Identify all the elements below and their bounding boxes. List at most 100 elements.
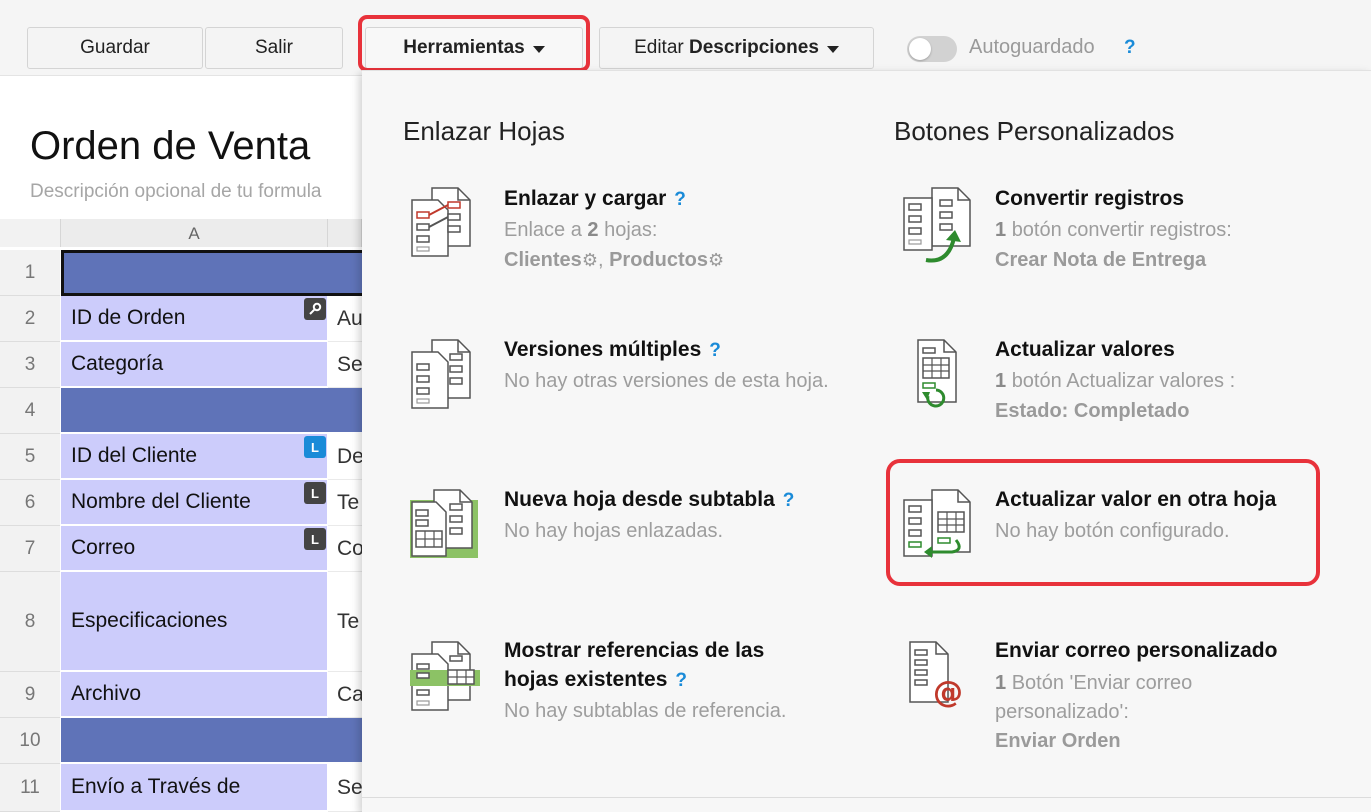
- form-description[interactable]: Descripción opcional de tu formula: [30, 181, 322, 203]
- field-label: Categoría: [71, 352, 164, 375]
- form-title: Orden de Venta: [30, 124, 311, 168]
- section-header-row[interactable]: [61, 388, 362, 432]
- save-button[interactable]: Guardar: [27, 27, 203, 69]
- field-value-cell[interactable]: Te: [328, 572, 362, 672]
- field-value-cell[interactable]: Te: [328, 480, 362, 526]
- link-sheets-icon: [411, 187, 471, 257]
- field-label-cell[interactable]: Correo: [61, 526, 327, 572]
- field-value-cell[interactable]: De: [328, 434, 362, 480]
- field-label: Especificaciones: [71, 609, 228, 632]
- exit-button-label: Salir: [254, 37, 293, 58]
- convert-records-desc: 1 botón convertir registros:: [995, 216, 1232, 245]
- custom-email-desc-2: personalizado':: [995, 701, 1129, 723]
- update-values-desc: 1 botón Actualizar valores :: [995, 367, 1235, 396]
- link-and-load-title[interactable]: Enlazar y cargar?: [504, 184, 686, 214]
- exit-button[interactable]: Salir: [205, 27, 343, 69]
- field-value-cell[interactable]: Co: [328, 526, 362, 572]
- convert-records-detail: Crear Nota de Entrega: [995, 246, 1206, 275]
- edit-descriptions-button[interactable]: Editar Descripciones: [599, 27, 874, 69]
- new-sheet-from-subtable-title[interactable]: Nueva hoja desde subtabla?: [504, 485, 794, 515]
- linked-sheet-productos[interactable]: Productos: [609, 249, 708, 271]
- custom-email-title[interactable]: Enviar correo personalizado: [995, 636, 1277, 665]
- update-other-sheet-highlight-box: [886, 459, 1320, 586]
- multiple-versions-title[interactable]: Versiones múltiples?: [504, 335, 721, 365]
- field-label-cell[interactable]: Envío a Través de: [61, 764, 327, 812]
- desc-prefix: Enlace a: [504, 219, 582, 241]
- row-number[interactable]: 6: [0, 480, 60, 526]
- desc-line1: Botón 'Enviar correo: [1011, 672, 1193, 694]
- row-number[interactable]: 8: [0, 572, 60, 672]
- autosave-label: Autoguardado: [969, 36, 1095, 58]
- desc-count: 2: [587, 219, 599, 241]
- update-values-title[interactable]: Actualizar valores: [995, 335, 1175, 364]
- row-number[interactable]: 3: [0, 342, 60, 388]
- convert-records-title[interactable]: Convertir registros: [995, 184, 1184, 213]
- custom-buttons-heading: Botones Personalizados: [894, 116, 1175, 146]
- section-header-row[interactable]: [61, 718, 362, 762]
- show-references-desc: No hay subtablas de referencia.: [504, 700, 787, 722]
- autosave-help-icon[interactable]: ?: [1124, 37, 1136, 59]
- linked-sheets-list: Clientes⚙, Productos⚙: [504, 246, 724, 275]
- edit-prefix-label: Editar: [634, 37, 684, 58]
- row-number[interactable]: 9: [0, 672, 60, 718]
- link-sheets-heading: Enlazar Hojas: [403, 116, 565, 146]
- row-number[interactable]: 10: [0, 718, 60, 764]
- row-number[interactable]: 4: [0, 388, 60, 434]
- title-text: Nueva hoja desde subtabla: [504, 488, 775, 511]
- toolbar: Guardar Salir Herramientas Editar Descri…: [0, 0, 1371, 76]
- lookup-badge[interactable]: L: [304, 436, 326, 458]
- key-icon[interactable]: [304, 298, 326, 320]
- field-label-cell[interactable]: Nombre del Cliente: [61, 480, 327, 526]
- field-label-cell[interactable]: ID del Cliente: [61, 434, 327, 480]
- gear-icon[interactable]: ⚙: [708, 250, 724, 270]
- column-header-b[interactable]: [328, 219, 362, 247]
- field-label-cell[interactable]: Especificaciones: [61, 572, 327, 672]
- detail-text[interactable]: Enviar Orden: [995, 730, 1121, 752]
- help-icon[interactable]: ?: [709, 340, 721, 361]
- column-header-a[interactable]: A: [61, 219, 328, 247]
- custom-email-detail: Enviar Orden: [995, 727, 1121, 756]
- field-label-cell[interactable]: Archivo: [61, 672, 327, 718]
- toggle-knob: [909, 38, 931, 60]
- row-number[interactable]: 1: [0, 250, 60, 296]
- field-label: Archivo: [71, 682, 142, 705]
- email-sheet-icon: @: [909, 641, 963, 710]
- field-label-cell[interactable]: ID de Orden: [61, 296, 327, 342]
- autosave-toggle[interactable]: [907, 36, 957, 62]
- gear-icon[interactable]: ⚙: [582, 250, 598, 270]
- field-value-cell[interactable]: Ca: [328, 672, 362, 718]
- link-separator: ,: [597, 249, 604, 271]
- row-number[interactable]: 5: [0, 434, 60, 480]
- lookup-badge[interactable]: L: [304, 528, 326, 550]
- field-value-cell[interactable]: Se: [328, 342, 362, 388]
- new-sheet-from-subtable-desc: No hay hojas enlazadas.: [504, 520, 724, 542]
- help-icon[interactable]: ?: [674, 189, 686, 210]
- title-line2: hojas existentes: [504, 668, 668, 691]
- custom-email-desc: 1 Botón 'Enviar correo: [995, 669, 1192, 698]
- help-icon[interactable]: ?: [675, 670, 687, 691]
- show-references-title-2[interactable]: hojas existentes?: [504, 665, 687, 695]
- versions-icon: [411, 339, 471, 409]
- title-line1: Mostrar referencias de las: [504, 639, 765, 662]
- show-references-title[interactable]: Mostrar referencias de las: [504, 636, 764, 665]
- linked-sheet-clientes[interactable]: Clientes: [504, 249, 582, 271]
- field-value-cell[interactable]: Se: [328, 764, 362, 812]
- caret-down-icon: [826, 45, 839, 53]
- multiple-versions-desc: No hay otras versiones de esta hoja.: [504, 370, 829, 392]
- detail-text[interactable]: Estado: Completado: [995, 400, 1189, 422]
- row-number[interactable]: 2: [0, 296, 60, 342]
- field-label: ID del Cliente: [71, 444, 198, 467]
- corner-cell: [0, 219, 61, 247]
- section-header-row[interactable]: [61, 250, 362, 296]
- convert-records-icon: [903, 187, 971, 263]
- field-label: ID de Orden: [71, 306, 186, 329]
- help-icon[interactable]: ?: [783, 490, 795, 511]
- detail-text[interactable]: Crear Nota de Entrega: [995, 249, 1206, 271]
- lookup-badge[interactable]: L: [304, 482, 326, 504]
- field-value-cell[interactable]: Au: [328, 296, 362, 342]
- update-values-icon: [917, 339, 957, 408]
- field-label-cell[interactable]: Categoría: [61, 342, 327, 388]
- desc-count: 1: [995, 672, 1007, 694]
- row-number[interactable]: 7: [0, 526, 60, 572]
- row-number[interactable]: 11: [0, 764, 60, 812]
